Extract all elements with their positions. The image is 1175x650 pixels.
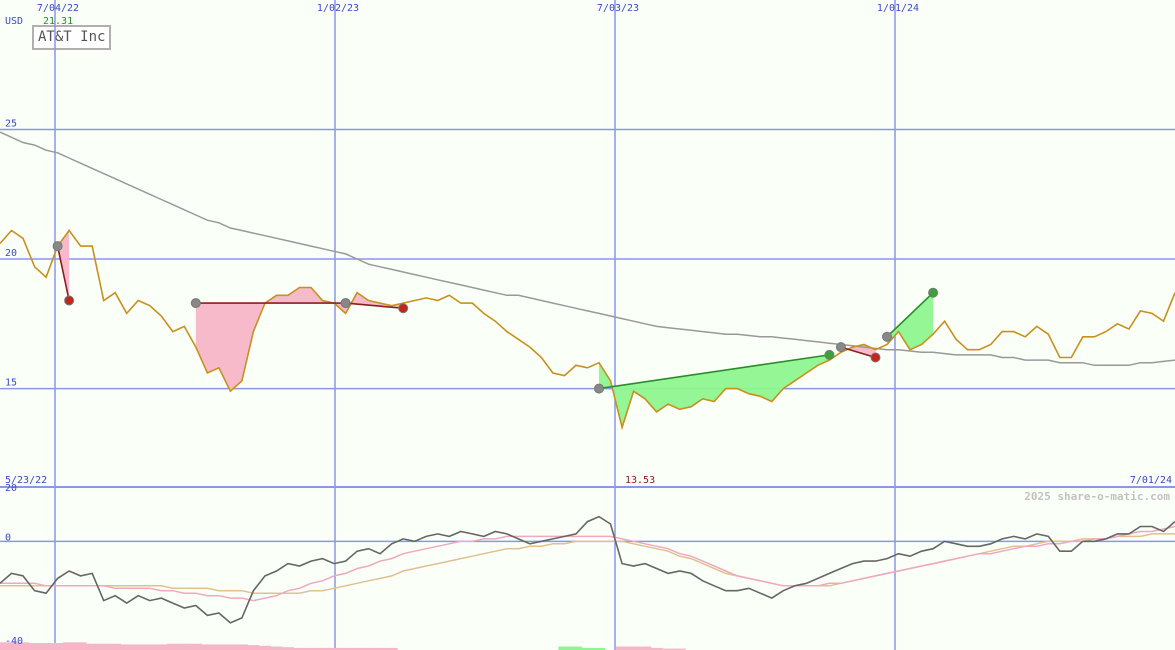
trend-end-marker — [398, 303, 409, 314]
currency-label: USD — [5, 16, 23, 27]
signal-line-pink — [0, 525, 1175, 602]
histogram-bar — [51, 643, 64, 650]
histogram-bar — [569, 646, 582, 650]
x-tick-label: 1/02/23 — [317, 3, 359, 14]
y-tick-label: 20 — [5, 248, 17, 259]
trend-start-marker — [594, 383, 605, 394]
histogram-bar — [28, 643, 41, 650]
y-tick-label: 15 — [5, 378, 17, 389]
histogram-bar — [235, 644, 248, 650]
signal-line-tan — [0, 533, 1175, 594]
trend-end-marker — [928, 287, 939, 298]
histogram-bar — [109, 643, 122, 650]
chart-svg: USD 21.31 13.53 2025 share-o-matic.com 7… — [0, 0, 1175, 650]
oscillator-line — [0, 515, 1175, 624]
histogram-bar — [639, 646, 652, 650]
y-tick-label: 25 — [5, 119, 17, 130]
histogram-bar — [178, 643, 191, 650]
histogram-bar — [86, 643, 99, 650]
trend-end-marker — [824, 349, 835, 360]
histogram-bar — [224, 644, 237, 650]
x-tick-label: 1/01/24 — [877, 3, 919, 14]
histogram-bar — [166, 643, 179, 650]
osc-tick-label: 0 — [5, 532, 11, 543]
x-tick-label: 7/03/23 — [597, 3, 639, 14]
trend-start-marker — [340, 298, 351, 309]
histogram-bar — [40, 643, 53, 650]
osc-tick-label: -40 — [5, 636, 23, 647]
copyright-label: 2025 share-o-matic.com — [1024, 490, 1170, 503]
x-tick-label: 7/04/22 — [37, 3, 79, 14]
histogram-bar — [201, 644, 214, 650]
trend-start-marker — [882, 331, 893, 342]
histogram-bar — [627, 646, 640, 650]
histogram-bar — [247, 645, 260, 650]
trend-end-marker — [870, 352, 881, 363]
trend-start-marker — [835, 342, 846, 353]
low-value-label: 13.53 — [625, 475, 655, 486]
histogram-bar — [143, 644, 156, 650]
histogram-bar — [155, 644, 168, 650]
trend-start-marker — [52, 241, 63, 252]
histogram-bar — [212, 644, 225, 650]
histogram-bar — [258, 645, 271, 650]
histogram-bar — [63, 642, 76, 650]
trend-start-marker — [190, 298, 201, 309]
histogram-bar — [616, 646, 629, 650]
price-line — [0, 229, 1175, 431]
histogram-bar — [97, 643, 110, 650]
histogram-bar — [132, 644, 145, 650]
histogram-bar — [120, 644, 133, 650]
histogram-bar — [270, 646, 283, 650]
histogram-bar — [74, 642, 87, 650]
trend-end-marker — [64, 295, 75, 306]
range-end-label: 7/01/24 — [1130, 475, 1172, 486]
histogram-bar — [189, 643, 202, 650]
histogram-bar — [558, 646, 571, 650]
osc-tick-label: 20 — [5, 483, 17, 494]
last-close-label: 21.31 — [43, 16, 73, 27]
